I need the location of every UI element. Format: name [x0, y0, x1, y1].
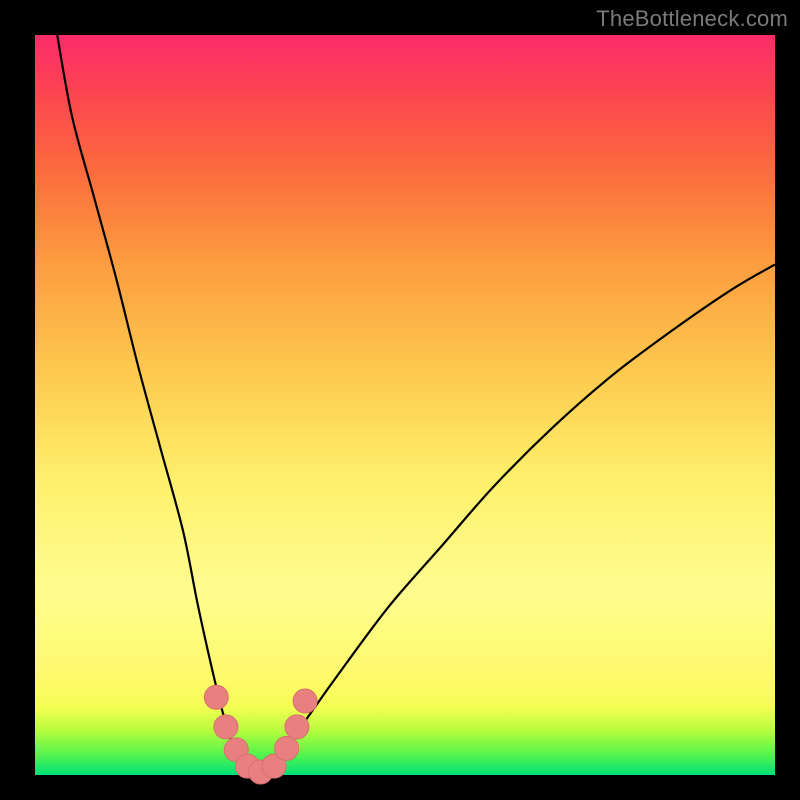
curve-marker [204, 685, 228, 709]
chart-svg [35, 35, 775, 775]
chart-plot-area [35, 35, 775, 775]
chart-frame: TheBottleneck.com [0, 0, 800, 800]
bottleneck-curve [57, 35, 775, 773]
curve-marker [293, 689, 317, 713]
curve-marker [214, 715, 238, 739]
curve-marker [275, 736, 299, 760]
watermark-label: TheBottleneck.com [596, 6, 788, 32]
curve-markers [204, 685, 317, 784]
curve-marker [285, 715, 309, 739]
